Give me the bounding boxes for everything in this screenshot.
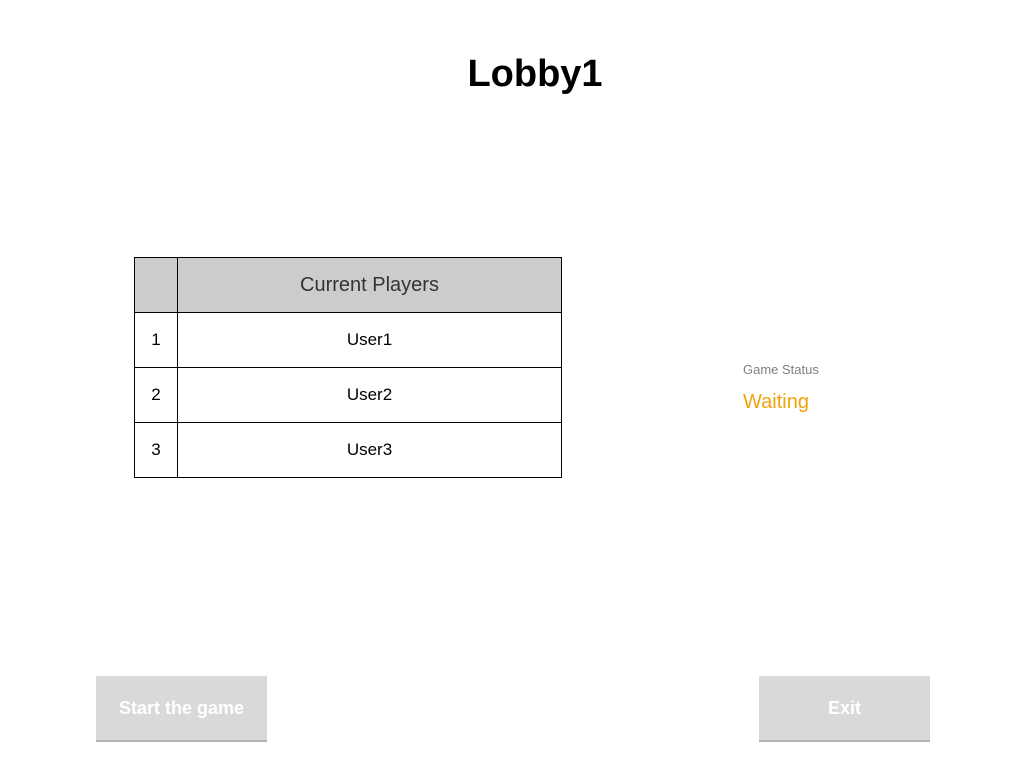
- game-status: Game Status Waiting: [743, 362, 819, 414]
- players-table: Current Players 1 User1 2 User2 3 User3: [134, 257, 562, 478]
- lobby-screen: Lobby1 Current Players 1 User1 2 User2 3…: [0, 0, 1024, 768]
- players-table-header-row: Current Players: [134, 257, 562, 313]
- index-header-cell: [134, 257, 178, 313]
- player-index: 1: [134, 312, 178, 368]
- table-row: 1 User1: [134, 312, 562, 368]
- player-index: 2: [134, 367, 178, 423]
- start-game-button[interactable]: Start the game: [96, 676, 267, 742]
- table-row: 2 User2: [134, 367, 562, 423]
- player-name: User3: [177, 422, 562, 478]
- game-status-value: Waiting: [743, 391, 809, 413]
- players-header: Current Players: [177, 257, 562, 313]
- player-name: User1: [177, 312, 562, 368]
- player-name: User2: [177, 367, 562, 423]
- table-row: 3 User3: [134, 422, 562, 478]
- exit-button[interactable]: Exit: [759, 676, 930, 742]
- lobby-title: Lobby1: [467, 53, 603, 95]
- player-index: 3: [134, 422, 178, 478]
- game-status-label: Game Status: [743, 362, 819, 377]
